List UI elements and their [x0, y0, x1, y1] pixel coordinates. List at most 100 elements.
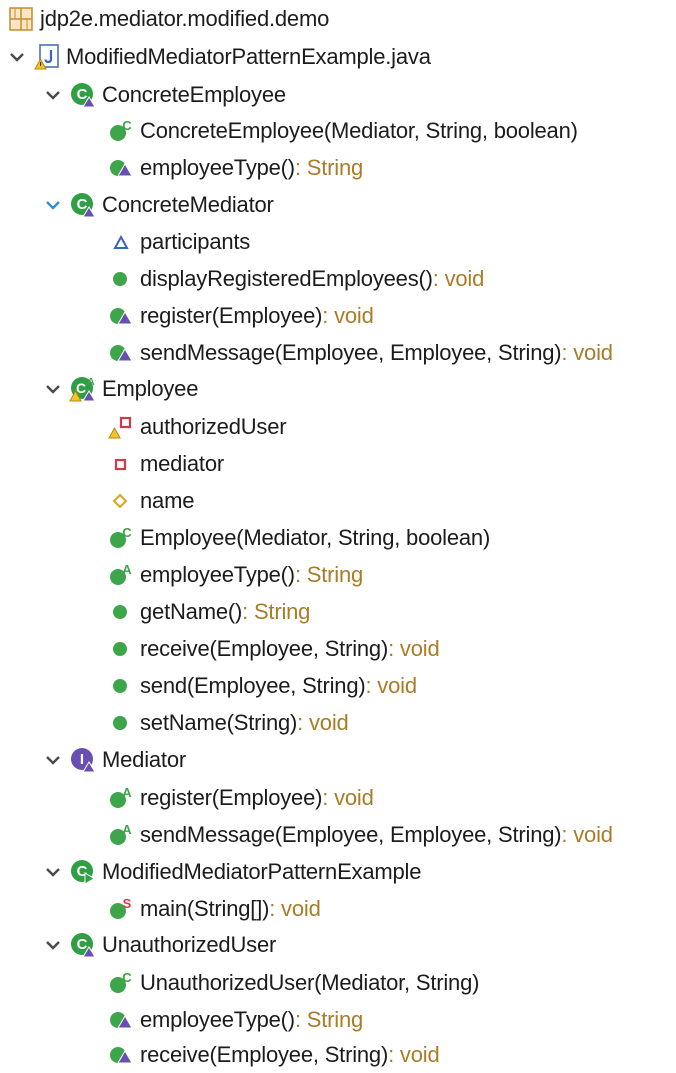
return-type: : void — [269, 896, 321, 921]
tree-item-method[interactable]: S main(String[]) : void — [108, 891, 321, 927]
return-type: : void — [388, 636, 440, 661]
member-label: getName() — [140, 599, 243, 624]
chevron-down-icon[interactable] — [42, 371, 64, 407]
tree-item-class-concrete-mediator[interactable]: C ConcreteMediator — [42, 187, 274, 223]
tree-item-constructor[interactable]: C ConcreteEmployee(Mediator, String, boo… — [108, 113, 578, 149]
public-method-icon — [108, 673, 134, 699]
member-label: employeeType() — [140, 562, 295, 587]
override-method-icon — [108, 340, 134, 366]
tree-item-field[interactable]: name — [108, 483, 194, 519]
tree-item-method[interactable]: receive(Employee, String) : void — [108, 1037, 440, 1073]
tree-item-class-concrete-employee[interactable]: C ConcreteEmployee — [42, 77, 286, 113]
tree-item-method[interactable]: employeeType() : String — [108, 1002, 363, 1038]
tree-item-class-main[interactable]: C ModifiedMediatorPatternExample — [42, 854, 421, 890]
abstract-method-icon: A — [108, 822, 134, 848]
tree-item-constructor[interactable]: C UnauthorizedUser(Mediator, String) — [108, 965, 479, 1001]
return-type: : void — [432, 266, 485, 291]
tree-item-field[interactable]: participants — [108, 224, 250, 260]
svg-text:C: C — [77, 936, 88, 953]
tree-item-method[interactable]: getName() : String — [108, 594, 310, 630]
tree-item-method[interactable]: A register(Employee) : void — [108, 780, 374, 816]
svg-text:C: C — [122, 525, 132, 540]
constructor-icon: C — [108, 970, 134, 996]
abstract-method-icon: A — [108, 562, 134, 588]
member-label: employeeType() — [140, 155, 295, 180]
chevron-down-icon[interactable] — [42, 854, 64, 890]
svg-text:C: C — [77, 86, 88, 103]
class-icon: C — [70, 82, 96, 108]
public-method-icon — [108, 266, 134, 292]
tree-item-constructor[interactable]: C Employee(Mediator, String, boolean) — [108, 520, 490, 556]
tree-item-method[interactable]: setName(String) : void — [108, 705, 349, 741]
return-type: : void — [322, 785, 374, 810]
return-type: : void — [561, 340, 613, 365]
member-label: UnauthorizedUser(Mediator, String) — [140, 970, 480, 995]
return-type: : String — [294, 1007, 364, 1032]
static-method-icon: S — [108, 896, 134, 922]
svg-text:C: C — [77, 196, 88, 213]
member-label: name — [140, 488, 195, 513]
chevron-down-icon[interactable] — [42, 927, 64, 963]
tree-item-field[interactable]: mediator — [108, 446, 224, 482]
return-type: : String — [294, 562, 364, 587]
abstract-method-icon: A — [108, 785, 134, 811]
member-label: receive(Employee, String) — [140, 636, 389, 661]
private-field-icon — [108, 451, 134, 477]
member-label: mediator — [140, 451, 224, 476]
return-type: : String — [294, 155, 364, 180]
constructor-icon: C — [108, 525, 134, 551]
class-label: Employee — [102, 376, 199, 401]
interface-icon: I — [70, 747, 96, 773]
class-label: ConcreteMediator — [102, 192, 274, 217]
class-label: ConcreteEmployee — [102, 82, 286, 107]
override-method-icon — [108, 1007, 134, 1033]
return-type: : String — [242, 599, 311, 624]
member-label: send(Employee, String) — [140, 673, 366, 698]
default-field-icon — [108, 229, 134, 255]
member-label: displayRegisteredEmployees() — [140, 266, 433, 291]
svg-text:S: S — [123, 896, 132, 911]
tree-item-package[interactable]: jdp2e.mediator.modified.demo — [8, 1, 329, 37]
tree-item-method[interactable]: employeeType() : String — [108, 150, 363, 186]
class-icon: C — [70, 192, 96, 218]
tree-item-method[interactable]: send(Employee, String) : void — [108, 668, 417, 704]
return-type: : void — [322, 303, 374, 328]
interface-label: Mediator — [102, 747, 186, 772]
tree-item-class-unauthorized-user[interactable]: C UnauthorizedUser — [42, 927, 276, 963]
class-main-icon: C — [70, 859, 96, 885]
tree-item-method[interactable]: A sendMessage(Employee, Employee, String… — [108, 817, 613, 853]
constructor-icon: C — [108, 118, 134, 144]
java-file-warning-icon — [34, 44, 60, 70]
chevron-down-icon[interactable] — [6, 39, 28, 75]
package-label: jdp2e.mediator.modified.demo — [40, 6, 330, 31]
tree-item-class-employee[interactable]: C A Employee — [42, 371, 198, 407]
class-label: ModifiedMediatorPatternExample — [102, 859, 422, 884]
tree-item-field[interactable]: authorizedUser — [108, 409, 287, 445]
member-label: authorizedUser — [140, 414, 287, 439]
tree-item-java-file[interactable]: ModifiedMediatorPatternExample.java — [6, 39, 431, 75]
member-label: register(Employee) — [140, 303, 323, 328]
tree-item-method[interactable]: A employeeType() : String — [108, 557, 363, 593]
return-type: : void — [365, 673, 417, 698]
tree-item-method[interactable]: receive(Employee, String) : void — [108, 631, 440, 667]
member-label: sendMessage(Employee, Employee, String) — [140, 822, 562, 847]
chevron-down-icon[interactable] — [42, 187, 64, 223]
member-label: ConcreteEmployee(Mediator, String, boole… — [140, 118, 578, 143]
chevron-down-icon[interactable] — [42, 77, 64, 113]
public-method-icon — [108, 710, 134, 736]
member-label: setName(String) — [140, 710, 298, 735]
tree-item-method[interactable]: register(Employee) : void — [108, 298, 374, 334]
package-explorer-tree: jdp2e.mediator.modified.demo ModifiedMed… — [0, 0, 676, 1073]
svg-text:A: A — [122, 562, 132, 577]
file-label: ModifiedMediatorPatternExample.java — [66, 44, 431, 69]
tree-item-method[interactable]: sendMessage(Employee, Employee, String) … — [108, 335, 613, 371]
svg-text:C: C — [122, 118, 132, 133]
svg-text:I: I — [80, 751, 84, 768]
class-label: UnauthorizedUser — [102, 932, 277, 957]
chevron-down-icon[interactable] — [42, 742, 64, 778]
return-type: : void — [297, 710, 349, 735]
member-label: Employee(Mediator, String, boolean) — [140, 525, 491, 550]
member-label: sendMessage(Employee, Employee, String) — [140, 340, 562, 365]
tree-item-method[interactable]: displayRegisteredEmployees() : void — [108, 261, 484, 297]
tree-item-interface-mediator[interactable]: I Mediator — [42, 742, 186, 778]
